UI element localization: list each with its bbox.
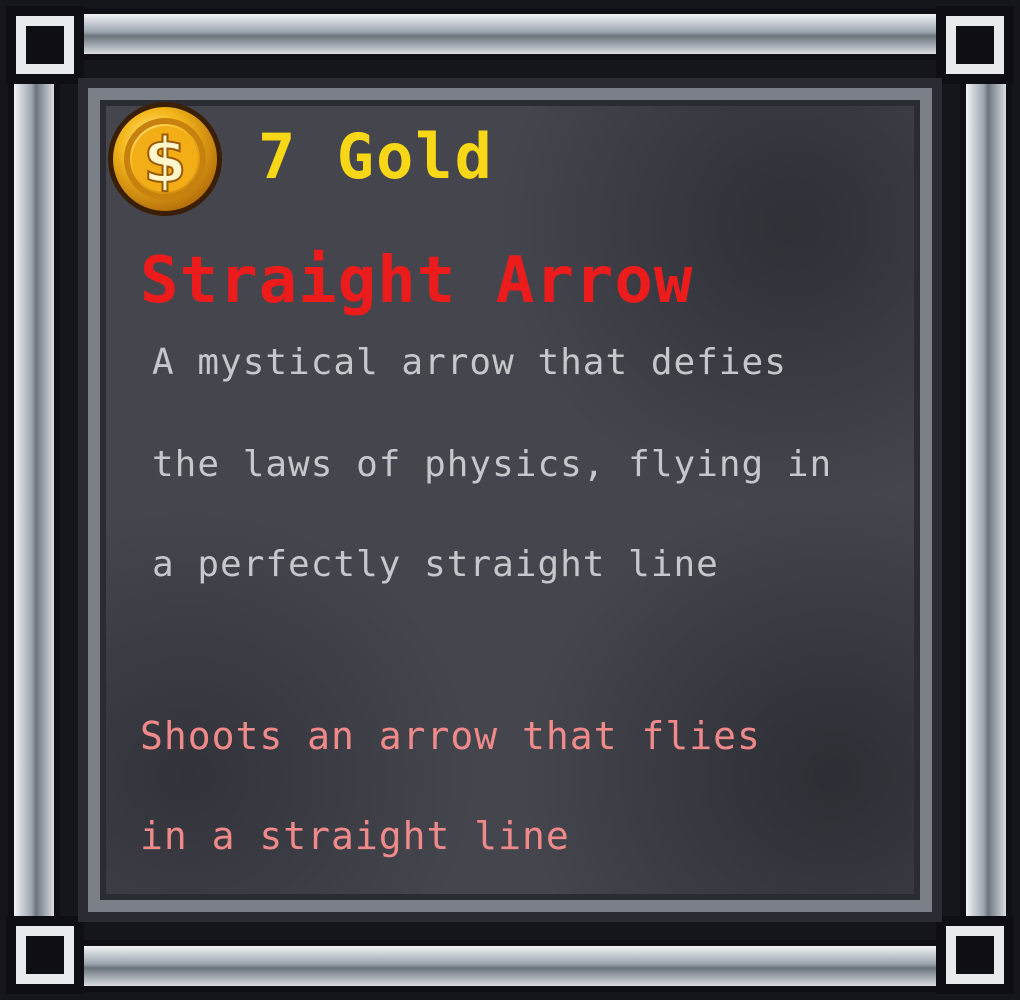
tooltip-panel <box>100 100 920 900</box>
description-line: A mystical arrow that defies <box>152 342 787 383</box>
frame-rail-left <box>14 70 54 930</box>
frame-corner-top-left <box>6 6 84 84</box>
item-name: Straight Arrow <box>140 244 694 318</box>
frame-rail-top <box>70 14 950 54</box>
price-label: 7 Gold <box>258 120 494 193</box>
description-line: a perfectly straight line <box>152 544 719 585</box>
frame-corner-bottom-right <box>936 916 1014 994</box>
effect-line: Shoots an arrow that flies <box>140 714 761 758</box>
effect-line: in a straight line <box>140 814 570 858</box>
gold-coin-icon: $ <box>104 100 226 218</box>
tooltip-frame: $ 7 Gold Straight Arrow A mystical arrow… <box>0 0 1020 1000</box>
frame-rail-bottom <box>70 946 950 986</box>
frame-corner-bottom-left <box>6 916 84 994</box>
frame-rail-right <box>966 70 1006 930</box>
frame-corner-top-right <box>936 6 1014 84</box>
svg-text:$: $ <box>143 124 186 197</box>
description-line: the laws of physics, flying in <box>152 444 833 485</box>
